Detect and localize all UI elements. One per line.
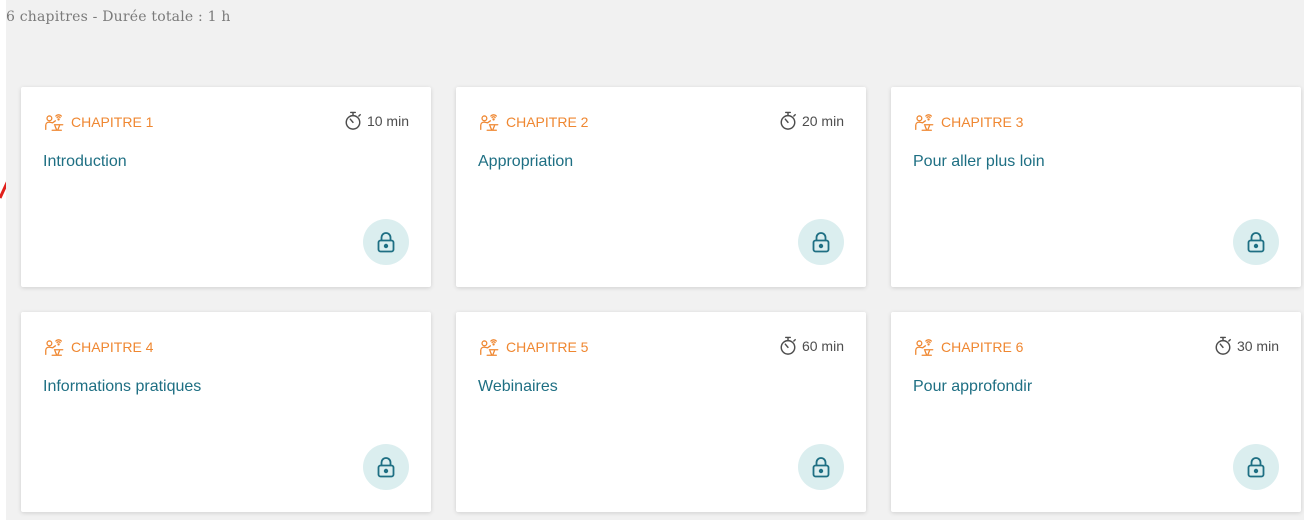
lock-icon [812,232,830,253]
chapter-label: CHAPITRE 4 [43,336,153,358]
chapter-title[interactable]: Pour approfondir [913,378,1032,396]
chapter-label: CHAPITRE 6 [913,336,1023,358]
chapter-title[interactable]: Informations pratiques [43,378,201,396]
lock-button[interactable] [798,219,844,265]
chapter-duration: 60 min [779,336,844,356]
chapter-title[interactable]: Webinaires [478,378,558,396]
chapter-label: CHAPITRE 1 [43,111,153,133]
stopwatch-icon [1215,336,1231,355]
chapter-card-6[interactable]: CHAPITRE 6 30 min Pour approfondir [891,312,1301,512]
chapter-title[interactable]: Appropriation [478,153,573,171]
lock-icon [377,457,395,478]
stopwatch-icon [780,111,796,130]
lock-button[interactable] [1233,444,1279,490]
chapter-card-4[interactable]: CHAPITRE 4 Informations pratiques [21,312,431,512]
presentation-icon [915,114,934,131]
lock-button[interactable] [798,444,844,490]
stopwatch-icon [780,336,796,355]
chapter-card-3[interactable]: CHAPITRE 3 Pour aller plus loin [891,87,1301,287]
lock-button[interactable] [363,219,409,265]
chapter-title[interactable]: Pour aller plus loin [913,153,1045,171]
lock-button[interactable] [363,444,409,490]
lock-icon [1247,457,1265,478]
presentation-icon [915,339,934,356]
chapter-card-1[interactable]: CHAPITRE 1 10 min Introduction [21,87,431,287]
chapter-duration: 10 min [344,111,409,131]
chapter-duration: 20 min [779,111,844,131]
chapters-summary: 6 chapitres - Durée totale : 1 h [6,9,231,25]
presentation-icon [45,114,64,131]
chapter-label: CHAPITRE 2 [478,111,588,133]
presentation-icon [45,339,64,356]
chapter-label: CHAPITRE 5 [478,336,588,358]
chapters-panel: 6 chapitres - Durée totale : 1 h CHAPITR… [6,0,1304,520]
lock-icon [812,457,830,478]
lock-icon [1247,232,1265,253]
chapter-card-2[interactable]: CHAPITRE 2 20 min Appropriation [456,87,866,287]
chapter-title[interactable]: Introduction [43,153,127,171]
presentation-icon [480,114,499,131]
presentation-icon [480,339,499,356]
lock-icon [377,232,395,253]
chapter-duration: 30 min [1214,336,1279,356]
lock-button[interactable] [1233,219,1279,265]
chapter-label: CHAPITRE 3 [913,111,1023,133]
chapter-card-5[interactable]: CHAPITRE 5 60 min Webinaires [456,312,866,512]
stopwatch-icon [345,111,361,130]
